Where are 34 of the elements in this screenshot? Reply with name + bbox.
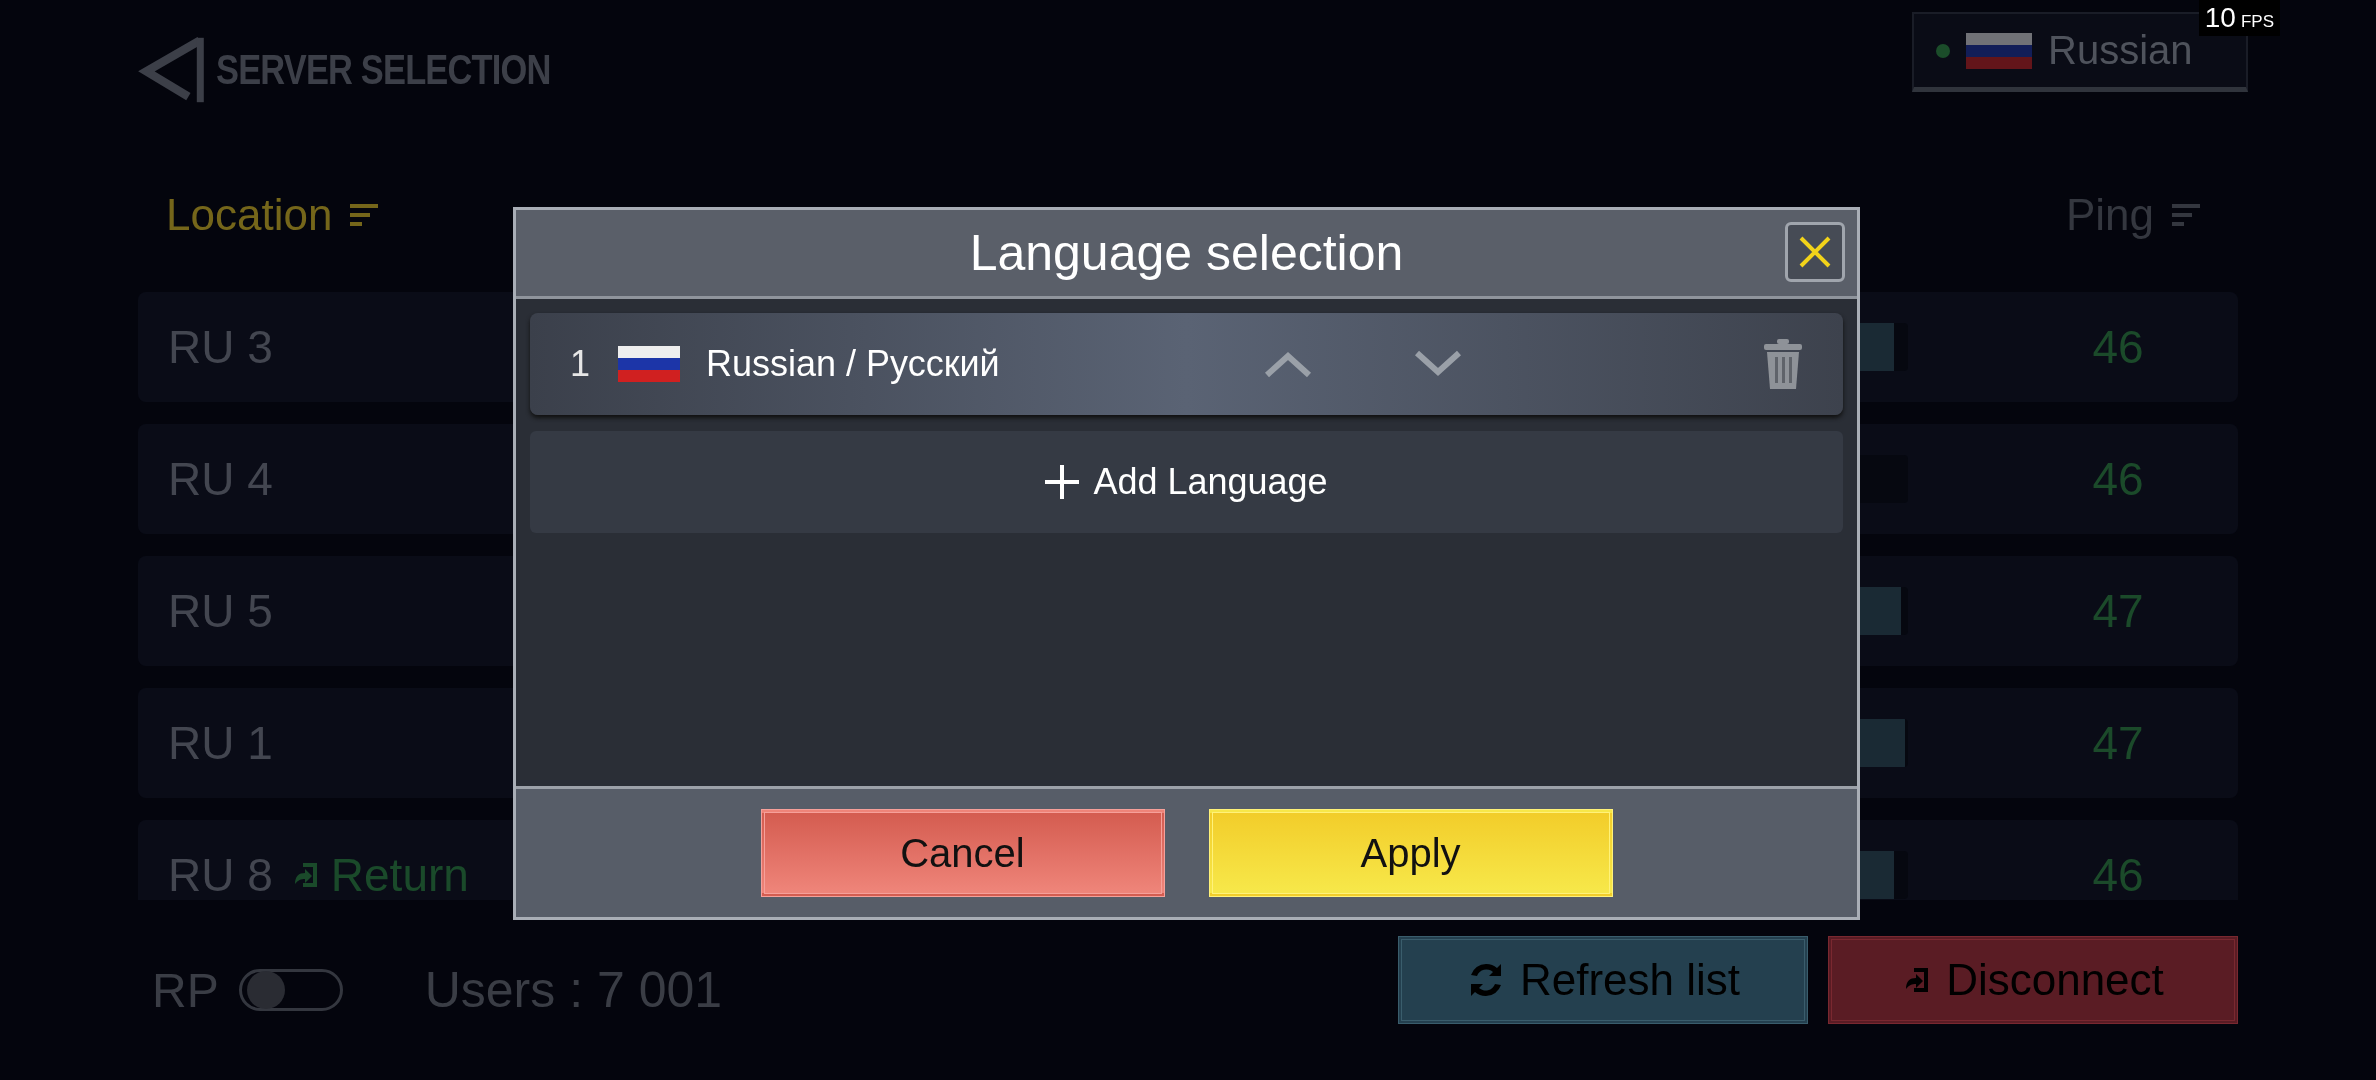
return-link[interactable]: Return: [290, 848, 469, 900]
ping-value: 47: [2091, 584, 2145, 638]
rp-toggle[interactable]: [238, 969, 343, 1011]
rp-label: RP: [152, 962, 219, 1018]
dialog-title: Language selection: [969, 224, 1404, 282]
add-language-button[interactable]: Add Language: [530, 431, 1843, 533]
page-title: SERVER SELECTION: [216, 46, 551, 94]
language-number: 1: [570, 343, 592, 385]
ping-value: 46: [2091, 452, 2145, 506]
close-button[interactable]: [1785, 222, 1845, 282]
sort-icon[interactable]: [2172, 204, 2200, 226]
move-down-icon[interactable]: [1413, 349, 1463, 379]
server-name: RU 3: [168, 320, 273, 374]
ping-value: 46: [2091, 320, 2145, 374]
ping-value: 47: [2091, 716, 2145, 770]
refresh-button[interactable]: Refresh list: [1398, 936, 1808, 1024]
server-name: RU 4: [168, 452, 273, 506]
ping-value: 46: [2091, 848, 2145, 900]
server-name: RU 8: [168, 848, 273, 900]
language-label: Russian: [2048, 28, 2193, 73]
language-name: Russian / Русский: [706, 343, 1001, 385]
language-row[interactable]: 1 Russian / Русский: [530, 313, 1843, 415]
sort-icon[interactable]: [350, 204, 379, 226]
apply-button[interactable]: Apply: [1208, 809, 1613, 897]
column-header[interactable]: Location: [166, 190, 333, 240]
cancel-button[interactable]: Cancel: [760, 809, 1165, 897]
server-name: RU 5: [168, 584, 273, 638]
delete-icon[interactable]: [1763, 339, 1803, 389]
server-name: RU 1: [168, 716, 273, 770]
plus-icon: [1045, 465, 1080, 499]
flag-icon: [618, 346, 680, 382]
move-up-icon[interactable]: [1263, 349, 1313, 379]
users-count: Users : 7 001: [424, 961, 723, 1019]
flag-icon: [1966, 32, 2032, 69]
